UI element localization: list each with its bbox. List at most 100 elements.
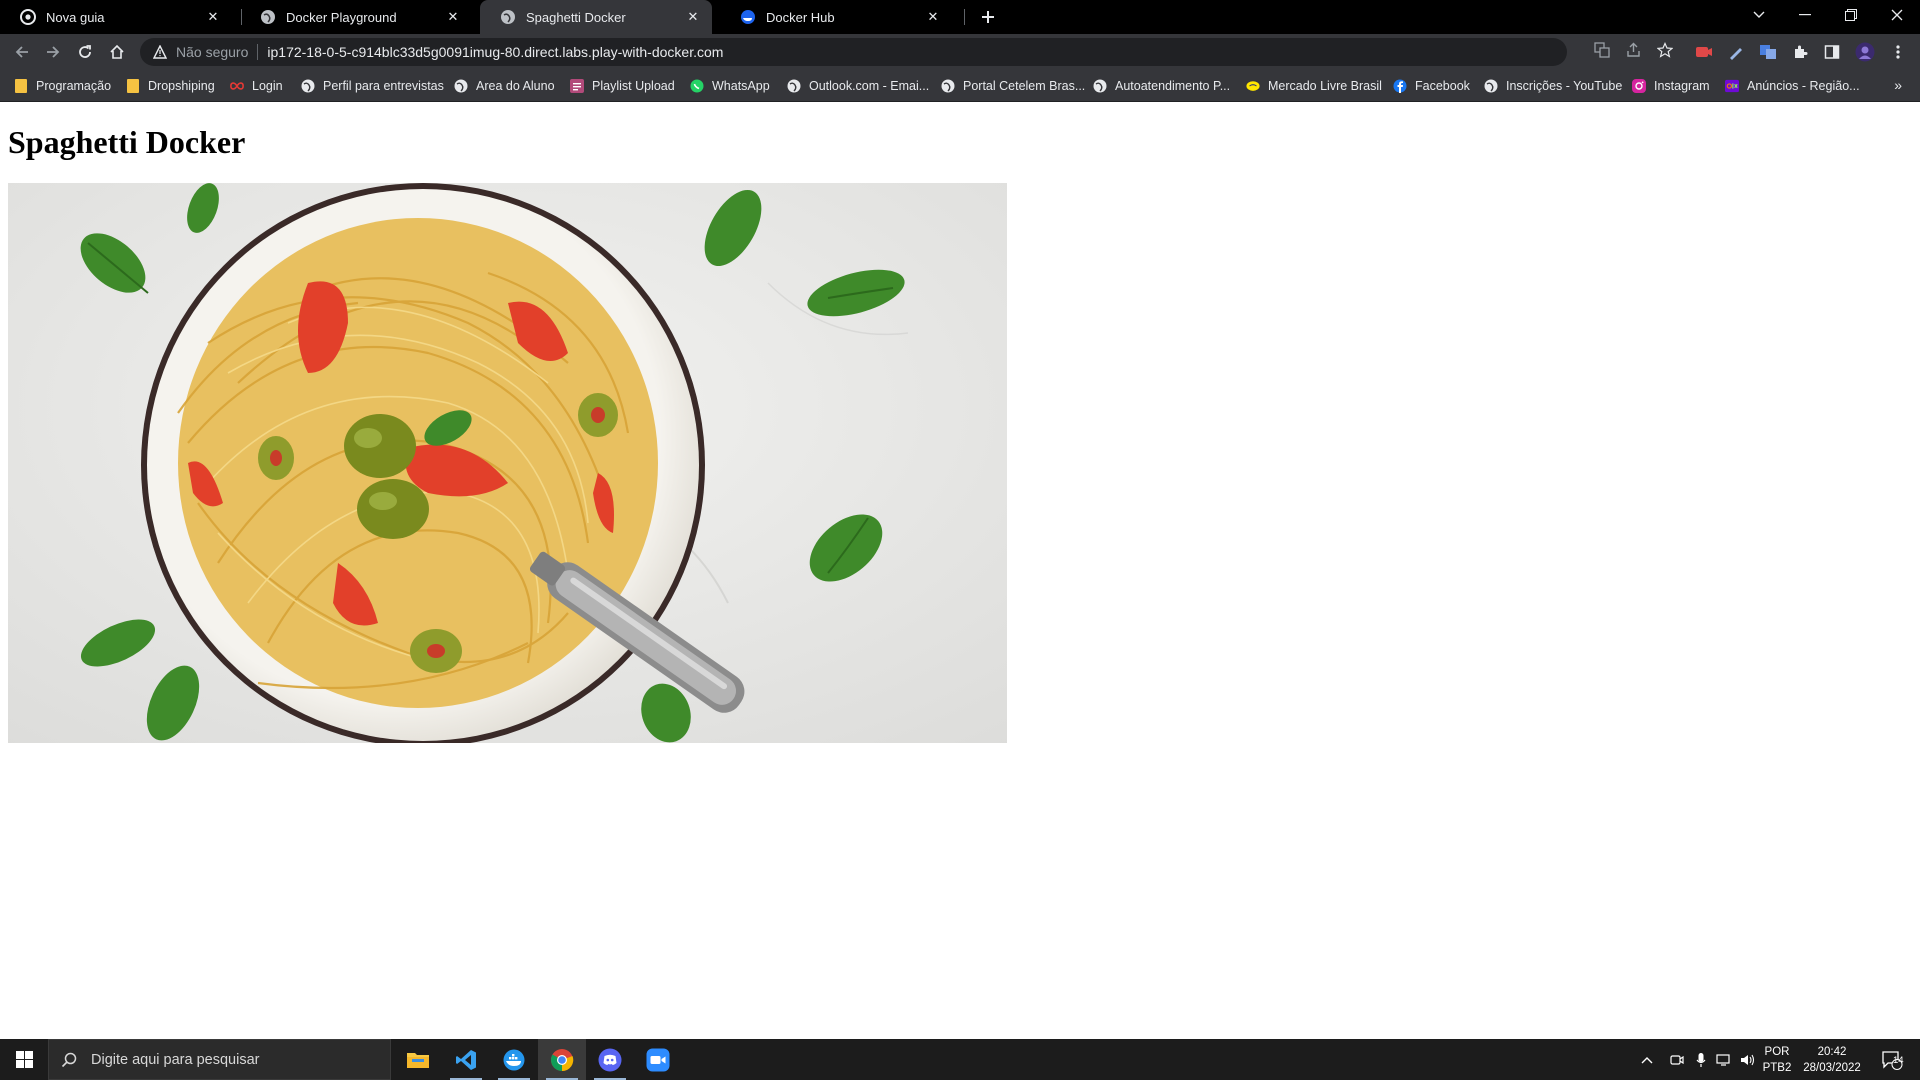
bookmark-label: Mercado Livre Brasil [1268, 79, 1382, 93]
tab-docker-playground[interactable]: Docker Playground ✕ [240, 0, 472, 34]
minimize-button[interactable] [1782, 0, 1828, 30]
folder-icon [126, 79, 140, 93]
back-button[interactable] [10, 40, 34, 64]
keyboard-layout-label: PTB2 [1762, 1061, 1792, 1074]
language-label: POR [1764, 1045, 1790, 1058]
bookmark-mercado-livre[interactable]: Mercado Livre Brasil [1246, 77, 1382, 95]
home-icon [110, 44, 124, 59]
extension-button-3[interactable] [1756, 40, 1780, 64]
tray-microphone[interactable] [1690, 1039, 1712, 1080]
close-icon[interactable]: ✕ [444, 8, 462, 26]
close-icon [1891, 9, 1903, 21]
security-status[interactable]: Não seguro [176, 44, 248, 60]
start-button[interactable] [0, 1039, 48, 1080]
tray-meet-now[interactable] [1666, 1039, 1688, 1080]
file-explorer-icon [407, 1052, 429, 1068]
reload-button[interactable] [73, 40, 97, 64]
taskbar-docker[interactable] [490, 1039, 538, 1080]
taskbar-chrome[interactable] [538, 1039, 586, 1080]
tab-strip: Nova guia ✕ Docker Playground ✕ Spaghett… [0, 0, 1920, 34]
taskbar-vscode[interactable] [442, 1039, 490, 1080]
taskbar-discord[interactable] [586, 1039, 634, 1080]
bookmark-label: Area do Aluno [476, 79, 555, 93]
tray-language[interactable]: POR PTB2 [1760, 1039, 1794, 1080]
extensions-button[interactable] [1788, 40, 1812, 64]
bookmark-label: Perfil para entrevistas [323, 79, 444, 93]
bookmark-whatsapp[interactable]: WhatsApp [690, 77, 770, 95]
bookmark-area-aluno[interactable]: Area do Aluno [454, 77, 555, 95]
share-button[interactable] [1622, 38, 1646, 62]
close-icon[interactable]: ✕ [924, 8, 942, 26]
close-window-button[interactable] [1874, 0, 1920, 30]
tray-clock[interactable]: 20:42 28/03/2022 [1798, 1039, 1866, 1080]
more-vertical-icon [1896, 45, 1900, 59]
bookmark-label: Anúncios - Região... [1747, 79, 1860, 93]
omnibox-divider [257, 44, 259, 60]
restore-button[interactable] [1828, 0, 1874, 30]
url-text[interactable]: ip172-18-0-5-c914blc33d5g0091imug-80.dir… [267, 44, 723, 60]
globe-icon [260, 9, 276, 25]
page-content: Spaghetti Docker [0, 102, 1920, 1039]
bookmark-playlist-upload[interactable]: Playlist Upload [570, 77, 675, 95]
bookmark-label: Login [252, 79, 283, 93]
bookmark-label: Outlook.com - Emai... [809, 79, 930, 93]
forward-button[interactable] [41, 40, 65, 64]
bookmark-autoatendimento[interactable]: Autoatendimento P... [1093, 77, 1230, 95]
show-hidden-icons-button[interactable] [1636, 1039, 1658, 1080]
bookmark-facebook[interactable]: Facebook [1393, 77, 1470, 95]
search-placeholder: Digite aqui para pesquisar [91, 1051, 260, 1068]
taskbar-search-box[interactable]: Digite aqui para pesquisar [48, 1039, 391, 1080]
tray-volume[interactable] [1737, 1039, 1759, 1080]
bookmark-login[interactable]: Login [230, 77, 283, 95]
spaghetti-image [8, 183, 1007, 743]
chrome-menu-button[interactable] [1886, 40, 1910, 64]
bookmark-dropshiping[interactable]: Dropshiping [126, 77, 215, 95]
taskbar-file-explorer[interactable] [394, 1039, 442, 1080]
tab-title: Docker Playground [286, 9, 397, 25]
chrome-icon [551, 1048, 574, 1071]
playlist-icon [570, 79, 584, 93]
extension-button-2[interactable] [1724, 40, 1748, 64]
home-button[interactable] [105, 40, 129, 64]
tab-docker-hub[interactable]: Docker Hub ✕ [720, 0, 952, 34]
more-bookmarks-button[interactable]: » [1894, 77, 1902, 93]
browser-toolbar: Não seguro ip172-18-0-5-c914blc33d5g0091… [0, 34, 1920, 70]
folder-icon [14, 79, 28, 93]
tab-title: Nova guia [46, 9, 105, 25]
close-icon[interactable]: ✕ [204, 8, 222, 26]
chevron-up-icon [1641, 1056, 1653, 1063]
spaghetti-illustration [8, 183, 1007, 743]
bookmark-instagram[interactable]: Instagram [1632, 77, 1710, 95]
tab-title: Spaghetti Docker [526, 9, 626, 25]
bookmark-cetelem[interactable]: Portal Cetelem Bras... [941, 77, 1085, 95]
arrow-right-icon [47, 46, 60, 58]
bookmark-star-button[interactable] [1653, 38, 1677, 62]
tray-network[interactable] [1713, 1039, 1735, 1080]
tab-nova-guia[interactable]: Nova guia ✕ [0, 0, 232, 34]
notification-center-button[interactable]: 14 [1872, 1039, 1912, 1080]
tab-search-button[interactable] [1736, 0, 1782, 30]
globe-icon [787, 79, 801, 93]
translate-button[interactable] [1590, 38, 1614, 62]
bookmark-olx-anuncios[interactable]: Anúncios - Região... [1725, 77, 1860, 95]
extension-button-1[interactable] [1692, 40, 1716, 64]
tab-separator [964, 9, 965, 25]
side-panel-button[interactable] [1820, 40, 1844, 64]
profile-button[interactable] [1853, 40, 1877, 64]
mercado-livre-icon [1246, 79, 1260, 93]
address-bar[interactable]: Não seguro ip172-18-0-5-c914blc33d5g0091… [140, 38, 1567, 66]
share-icon [1627, 42, 1640, 57]
warning-icon[interactable] [152, 44, 168, 60]
bookmark-label: Playlist Upload [592, 79, 675, 93]
tab-spaghetti-docker[interactable]: Spaghetti Docker ✕ [480, 0, 712, 34]
bookmark-programacao[interactable]: Programação [14, 77, 111, 95]
bookmark-label: Portal Cetelem Bras... [963, 79, 1086, 93]
bookmark-outlook[interactable]: Outlook.com - Emai... [787, 77, 929, 95]
bookmark-perfil-entrevistas[interactable]: Perfil para entrevistas [301, 77, 444, 95]
close-icon[interactable]: ✕ [684, 8, 702, 26]
star-icon [1657, 42, 1673, 58]
new-tab-button[interactable] [976, 5, 1000, 29]
taskbar-zoom[interactable] [634, 1039, 682, 1080]
arrow-left-icon [15, 46, 28, 58]
bookmark-youtube-inscricoes[interactable]: Inscrições - YouTube [1484, 77, 1622, 95]
